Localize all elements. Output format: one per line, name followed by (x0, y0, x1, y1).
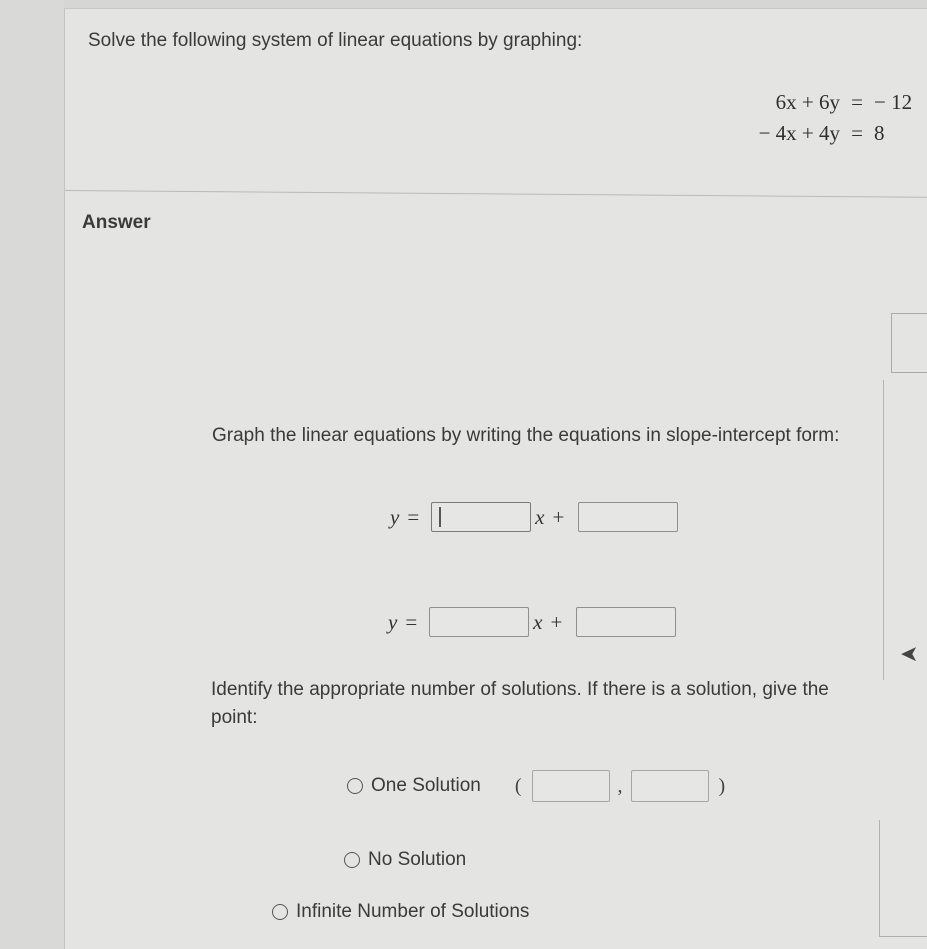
text-caret (439, 507, 441, 527)
identify-instruction: Identify the appropriate number of solut… (211, 679, 829, 728)
intercept-input-2[interactable] (576, 607, 677, 637)
partial-side-panel (891, 313, 927, 373)
equation-equals: = (851, 121, 863, 145)
option-label[interactable]: Infinite Number of Solutions (296, 901, 529, 923)
graph-instruction: Graph the linear equations by writing th… (212, 425, 840, 446)
plus-sign: + (550, 609, 563, 634)
option-label[interactable]: No Solution (368, 849, 466, 871)
slope-input-1[interactable] (431, 502, 532, 532)
option-infinite-solutions[interactable]: Infinite Number of Solutions (272, 901, 529, 923)
equation-lhs: 6x + 6y (775, 90, 840, 114)
side-divider (883, 380, 884, 680)
left-gutter (0, 0, 65, 949)
slope-input-2[interactable] (429, 607, 530, 637)
slope-input-wrap (431, 502, 532, 532)
top-strip (64, 0, 927, 9)
option-no-solution[interactable]: No Solution (344, 849, 466, 871)
slope-intercept-row-2: y = x + (388, 607, 677, 637)
equation-row: − 4x + 4y = 8 (735, 121, 912, 152)
equation-rhs: 8 (874, 121, 885, 145)
equation-equals: = (851, 90, 863, 114)
equation-system: 6x + 6y = − 12 − 4x + 4y = 8 (735, 90, 913, 152)
point-x-input[interactable] (531, 770, 610, 802)
close-paren: ) (718, 774, 726, 797)
solution-point: ( , ) (511, 770, 729, 802)
question-prompt: Solve the following system of linear equ… (88, 30, 583, 51)
answer-heading: Answer (82, 212, 151, 233)
intercept-input-1[interactable] (578, 502, 679, 532)
open-paren: ( (514, 774, 522, 797)
equation-row: 6x + 6y = − 12 (735, 90, 912, 121)
radio-button-icon[interactable] (344, 852, 360, 868)
comma: , (617, 774, 623, 797)
radio-button-icon[interactable] (272, 904, 288, 920)
option-label[interactable]: One Solution (371, 775, 481, 797)
point-y-input[interactable] (630, 770, 709, 802)
y-label: y (390, 504, 400, 529)
equals-sign: = (407, 504, 420, 529)
back-arrow-icon[interactable]: ➤ (900, 641, 918, 666)
x-variable: x (533, 609, 543, 634)
x-variable: x (535, 504, 545, 529)
partial-side-box (879, 820, 927, 937)
equals-sign: = (405, 609, 418, 634)
equation-rhs: − 12 (874, 90, 913, 114)
plus-sign: + (552, 504, 565, 529)
radio-button-icon[interactable] (347, 778, 363, 794)
slope-intercept-row-1: y = x + (390, 502, 679, 532)
y-label: y (388, 609, 398, 634)
equation-lhs: − 4x + 4y (758, 121, 840, 145)
option-one-solution[interactable]: One Solution ( , ) (347, 770, 729, 802)
